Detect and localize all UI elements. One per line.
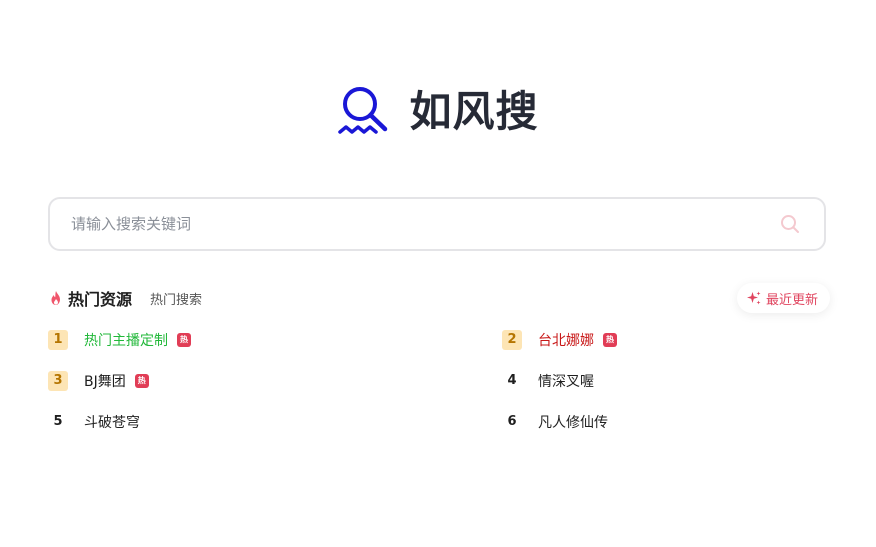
rank-number: 2 bbox=[502, 330, 522, 350]
search-input[interactable] bbox=[50, 199, 770, 249]
recent-updates-button[interactable]: 最近更新 bbox=[736, 283, 830, 313]
list-item[interactable]: 4 情深叉喔 bbox=[502, 371, 830, 391]
hot-badge: 热 bbox=[134, 374, 149, 388]
item-title[interactable]: 台北娜娜 bbox=[538, 330, 594, 350]
list-item[interactable]: 2 台北娜娜 热 bbox=[502, 330, 830, 350]
list-item[interactable]: 5 斗破苍穹 bbox=[48, 412, 502, 432]
list-item[interactable]: 6 凡人修仙传 bbox=[502, 412, 830, 432]
search-icon bbox=[780, 214, 800, 234]
rank-number: 1 bbox=[48, 330, 68, 350]
hot-title: 热门资源 bbox=[68, 290, 133, 309]
search-button[interactable] bbox=[770, 204, 810, 244]
fire-icon bbox=[48, 290, 64, 306]
tab-hot-search[interactable]: 热门搜索 bbox=[150, 289, 202, 308]
site-title: 如风搜 bbox=[409, 87, 539, 136]
hot-badge: 热 bbox=[603, 333, 617, 347]
list-item[interactable]: 3 BJ舞团 热 bbox=[48, 371, 502, 391]
hot-header: 热门资源 热门搜索 最近更新 bbox=[48, 283, 830, 313]
page: 如风搜 热门资源 热门搜索 bbox=[0, 0, 876, 547]
recent-updates-label: 最近更新 bbox=[765, 292, 818, 308]
rank-number: 4 bbox=[507, 373, 517, 388]
item-title[interactable]: 凡人修仙传 bbox=[538, 412, 608, 432]
search-box bbox=[48, 197, 826, 251]
item-title[interactable]: 热门主播定制 bbox=[84, 330, 168, 350]
logo: 如风搜 bbox=[0, 84, 876, 140]
rank-number: 6 bbox=[507, 414, 517, 429]
item-title[interactable]: BJ舞团 bbox=[84, 371, 126, 391]
list-item[interactable]: 1 热门主播定制 热 bbox=[48, 330, 502, 350]
magnifier-wave-icon bbox=[337, 84, 391, 140]
rank-number: 3 bbox=[48, 371, 68, 391]
item-title[interactable]: 斗破苍穹 bbox=[84, 412, 140, 432]
rank-number: 5 bbox=[53, 414, 63, 429]
sparkle-icon bbox=[746, 291, 761, 305]
hot-badge: 热 bbox=[177, 333, 191, 347]
item-title[interactable]: 情深叉喔 bbox=[538, 371, 594, 391]
hot-list: 1 热门主播定制 热 2 台北娜娜 热 3 BJ舞团 热 4 情深叉喔 5 斗破… bbox=[48, 330, 830, 432]
